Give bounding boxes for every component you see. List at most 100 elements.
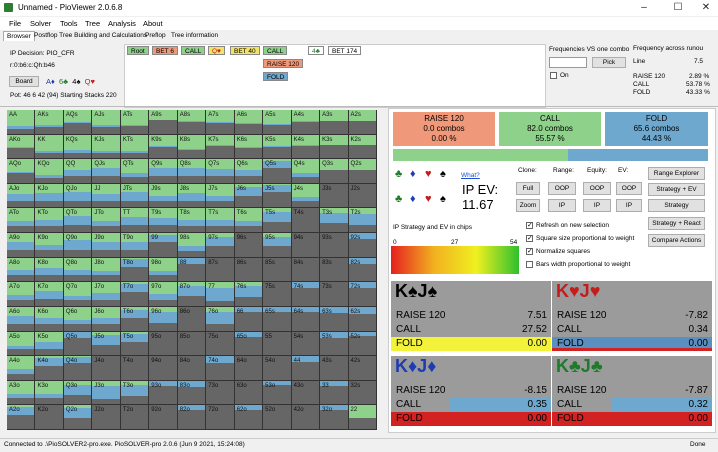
grid-cell-A3[interactable]: A3s [320, 110, 348, 135]
grid-cell-KK[interactable]: KK [35, 135, 63, 160]
grid-cell-A8[interactable]: A8s [178, 110, 206, 135]
grid-cell-48[interactable]: 84o [178, 356, 206, 381]
grid-cell-4T[interactable]: T4o [121, 356, 149, 381]
pick-button[interactable]: Pick [592, 57, 626, 68]
grid-cell-84[interactable]: 84s [292, 258, 320, 283]
grid-cell-A5[interactable]: A5s [263, 110, 291, 135]
grid-cell-A2[interactable]: A2s [349, 110, 377, 135]
grid-cell-6Q[interactable]: Q6o [64, 307, 92, 332]
grid-cell-JA[interactable]: AJo [7, 184, 35, 209]
close-button[interactable]: ✕ [696, 1, 716, 15]
grid-cell-62[interactable]: 62s [349, 307, 377, 332]
grid-cell-58[interactable]: 85o [178, 332, 206, 357]
square-size-checkbox[interactable] [526, 235, 533, 242]
hand-box-kh-jh[interactable]: K♥J♥ RAISE 120-7.82 CALL0.34 FOLD0.00 [552, 281, 712, 351]
node-bet-40[interactable]: BET 40 [230, 46, 260, 55]
hand-box-kd-jd[interactable]: K♦J♦ RAISE 120-8.15 CALL0.35 FOLD0.00 [391, 356, 551, 426]
club-icon-2[interactable]: ♣ [395, 193, 402, 205]
menu-tree[interactable]: Tree [85, 19, 100, 28]
grid-cell-4K[interactable]: K4o [35, 356, 63, 381]
grid-cell-99[interactable]: 99 [149, 233, 177, 258]
node-root[interactable]: Root [127, 46, 149, 55]
grid-cell-97[interactable]: 97s [206, 233, 234, 258]
grid-cell-T6[interactable]: T6s [235, 208, 263, 233]
grid-cell-7T[interactable]: T7o [121, 282, 149, 307]
node-bet-174[interactable]: BET 174 [328, 46, 361, 55]
refresh-checkbox[interactable] [526, 222, 533, 229]
grid-cell-27[interactable]: 72o [206, 405, 234, 430]
menu-analysis[interactable]: Analysis [108, 19, 136, 28]
grid-cell-AJ[interactable]: AJs [92, 110, 120, 135]
grid-cell-77[interactable]: 77 [206, 282, 234, 307]
grid-cell-47[interactable]: 74o [206, 356, 234, 381]
grid-cell-29[interactable]: 92o [149, 405, 177, 430]
grid-cell-34[interactable]: 43o [292, 381, 320, 406]
grid-cell-Q8[interactable]: Q8s [178, 159, 206, 184]
grid-cell-2Q[interactable]: Q2o [64, 405, 92, 430]
strategy-button[interactable]: Strategy [648, 199, 705, 212]
grid-cell-69[interactable]: 96o [149, 307, 177, 332]
ev-ip-button[interactable]: IP [616, 199, 642, 212]
tab-preflop[interactable]: Preflop [142, 31, 169, 40]
grid-cell-K4[interactable]: K4s [292, 135, 320, 160]
grid-cell-59[interactable]: 95o [149, 332, 177, 357]
grid-cell-78[interactable]: 87o [178, 282, 206, 307]
grid-cell-TK[interactable]: KTo [35, 208, 63, 233]
grid-cell-T4[interactable]: T4s [292, 208, 320, 233]
grid-cell-K3[interactable]: K3s [320, 135, 348, 160]
grid-cell-9Q[interactable]: Q9o [64, 233, 92, 258]
grid-cell-AT[interactable]: ATs [121, 110, 149, 135]
node-call-1[interactable]: CALL [181, 46, 205, 55]
grid-cell-96[interactable]: 96s [235, 233, 263, 258]
node-raise-120[interactable]: RAISE 120 [263, 59, 303, 68]
grid-cell-9A[interactable]: A9o [7, 233, 35, 258]
grid-cell-9T[interactable]: T9o [121, 233, 149, 258]
grid-cell-68[interactable]: 86o [178, 307, 206, 332]
grid-cell-K2[interactable]: K2s [349, 135, 377, 160]
grid-cell-74[interactable]: 74s [292, 282, 320, 307]
on-checkbox[interactable] [550, 72, 557, 79]
grid-cell-25[interactable]: 52o [263, 405, 291, 430]
grid-cell-55[interactable]: 55 [263, 332, 291, 357]
grid-cell-K5[interactable]: K5s [263, 135, 291, 160]
grid-cell-42[interactable]: 42s [349, 356, 377, 381]
diamond-icon[interactable]: ♦ [410, 168, 416, 180]
grid-cell-7J[interactable]: J7o [92, 282, 120, 307]
grid-cell-43[interactable]: 43s [320, 356, 348, 381]
grid-cell-2T[interactable]: T2o [121, 405, 149, 430]
grid-cell-K8[interactable]: K8s [178, 135, 206, 160]
range-oop-button[interactable]: OOP [548, 182, 576, 195]
grid-cell-J2[interactable]: J2s [349, 184, 377, 209]
grid-cell-94[interactable]: 94s [292, 233, 320, 258]
grid-cell-49[interactable]: 94o [149, 356, 177, 381]
grid-cell-J6[interactable]: J6s [235, 184, 263, 209]
grid-cell-JK[interactable]: KJo [35, 184, 63, 209]
grid-cell-22[interactable]: 22 [349, 405, 377, 430]
grid-cell-Q7[interactable]: Q7s [206, 159, 234, 184]
menu-file[interactable]: File [9, 19, 21, 28]
grid-cell-Q6[interactable]: Q6s [235, 159, 263, 184]
grid-cell-3A[interactable]: A3o [7, 381, 35, 406]
range-ip-button[interactable]: IP [548, 199, 576, 212]
board-button[interactable]: Board [9, 76, 39, 87]
grid-cell-AA[interactable]: AA [7, 110, 35, 135]
diamond-icon-2[interactable]: ♦ [410, 193, 416, 205]
grid-cell-A7[interactable]: A7s [206, 110, 234, 135]
grid-cell-75[interactable]: 75s [263, 282, 291, 307]
grid-cell-K7[interactable]: K7s [206, 135, 234, 160]
grid-cell-5T[interactable]: T5o [121, 332, 149, 357]
grid-cell-T7[interactable]: T7s [206, 208, 234, 233]
grid-cell-6K[interactable]: K6o [35, 307, 63, 332]
grid-cell-KQ[interactable]: KQs [64, 135, 92, 160]
grid-cell-28[interactable]: 82o [178, 405, 206, 430]
grid-cell-Q4[interactable]: Q4s [292, 159, 320, 184]
grid-cell-95[interactable]: 95s [263, 233, 291, 258]
menu-tools[interactable]: Tools [60, 19, 78, 28]
grid-cell-79[interactable]: 97o [149, 282, 177, 307]
grid-cell-9J[interactable]: J9o [92, 233, 120, 258]
node-bet-6[interactable]: BET 6 [152, 46, 178, 55]
grid-cell-JQ[interactable]: QJo [64, 184, 92, 209]
grid-cell-2J[interactable]: J2o [92, 405, 120, 430]
grid-cell-67[interactable]: 76o [206, 307, 234, 332]
grid-cell-JJ[interactable]: JJ [92, 184, 120, 209]
